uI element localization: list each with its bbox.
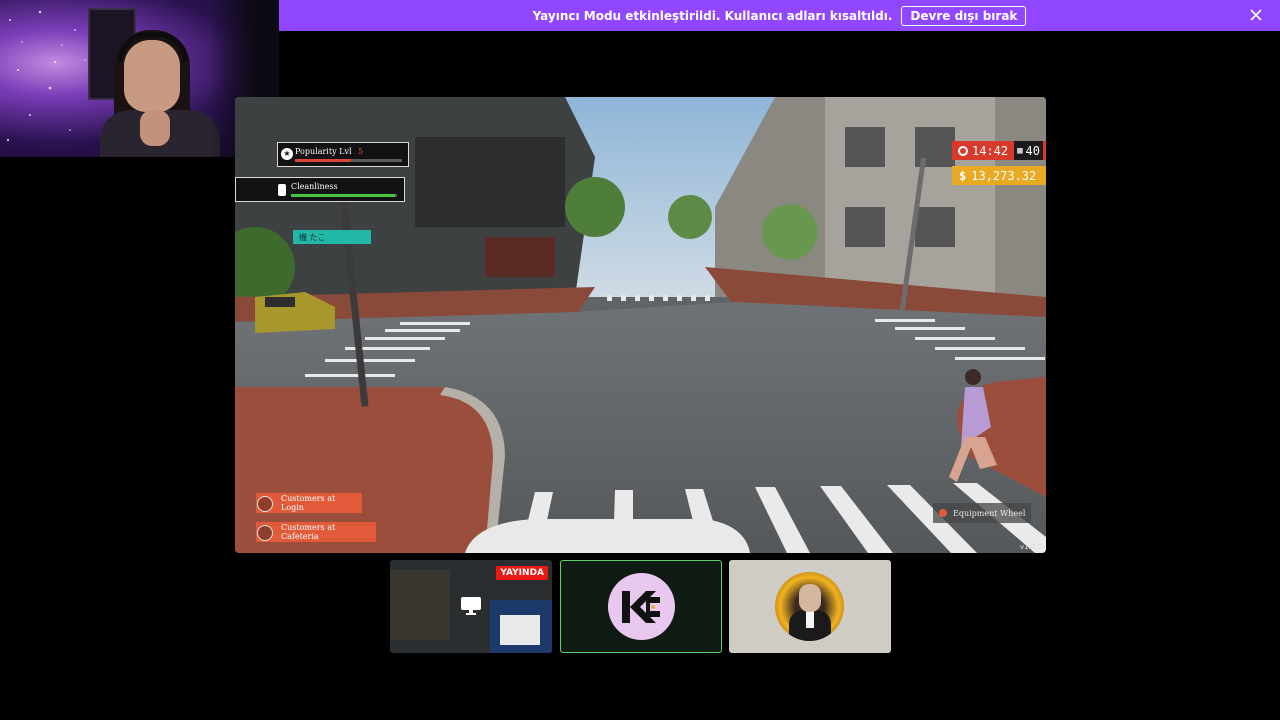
- kc-logo: [608, 573, 675, 640]
- equipment-wheel-label: Equipment Wheel: [953, 508, 1026, 518]
- wheel-icon: [939, 509, 947, 517]
- day-value: 40: [1025, 143, 1040, 158]
- star-icon: ★: [281, 148, 293, 160]
- cleanliness-bar-fill: [291, 194, 395, 197]
- calendar-icon: ▦: [1017, 145, 1023, 156]
- day-counter: ▦ 40: [1014, 141, 1043, 160]
- cleanliness-panel: Cleanliness: [235, 177, 405, 202]
- game-time: 14:42: [972, 143, 1009, 158]
- streamer-hand: [140, 110, 170, 146]
- stream-tile-user[interactable]: [729, 560, 891, 653]
- streamer-mode-banner: Yayıncı Modu etkinleştirildi. Kullanıcı …: [279, 0, 1280, 31]
- version-label: v1.0.2: [1020, 543, 1042, 551]
- gamepad-icon: [257, 496, 273, 512]
- popularity-bar-fill: [295, 159, 351, 162]
- equipment-wheel-button[interactable]: Equipment Wheel: [933, 503, 1031, 523]
- popularity-bar: [295, 159, 402, 162]
- shop-sign: 機 たこ: [293, 230, 371, 244]
- banner-message: Yayıncı Modu etkinleştirildi. Kullanıcı …: [532, 8, 893, 23]
- money-value: 13,273.32: [971, 168, 1037, 183]
- user-avatar: [775, 572, 844, 641]
- close-icon[interactable]: [1248, 7, 1264, 23]
- disable-streamer-mode-button[interactable]: Devre dışı bırak: [901, 5, 1027, 26]
- customers-at-cafeteria-label: Customers at Cafeteria: [281, 523, 336, 541]
- cleanliness-bar: [291, 194, 397, 197]
- spray-bottle-icon: [278, 184, 286, 196]
- avatar-shirt: [806, 610, 814, 628]
- game-stream-view[interactable]: 機 たこ ★ Popularity Lvl 5 Cleanliness 14:4…: [235, 97, 1046, 553]
- clock-icon: [958, 145, 968, 156]
- popularity-level: 5: [358, 147, 364, 156]
- kc-logo-icon: [621, 590, 660, 623]
- stream-tile-game[interactable]: YAYINDA: [390, 560, 552, 653]
- stream-tile-kc[interactable]: [560, 560, 722, 653]
- money-display: $ 13,273.32: [952, 166, 1046, 185]
- popularity-label: Popularity Lvl: [295, 147, 352, 156]
- live-badge: YAYINDA: [496, 566, 548, 580]
- popularity-panel: ★ Popularity Lvl 5: [277, 142, 409, 167]
- customers-at-login-label: Customers at Login: [281, 494, 336, 512]
- screen-share-icon: [461, 597, 481, 615]
- avatar-face: [799, 584, 821, 612]
- customers-at-cafeteria-button[interactable]: Customers at Cafeteria: [256, 522, 376, 542]
- cleanliness-label: Cleanliness: [291, 182, 338, 191]
- cup-icon: [257, 525, 273, 541]
- time-display: 14:42 ▦ 40: [952, 141, 1046, 160]
- dollar-icon: $: [959, 168, 967, 183]
